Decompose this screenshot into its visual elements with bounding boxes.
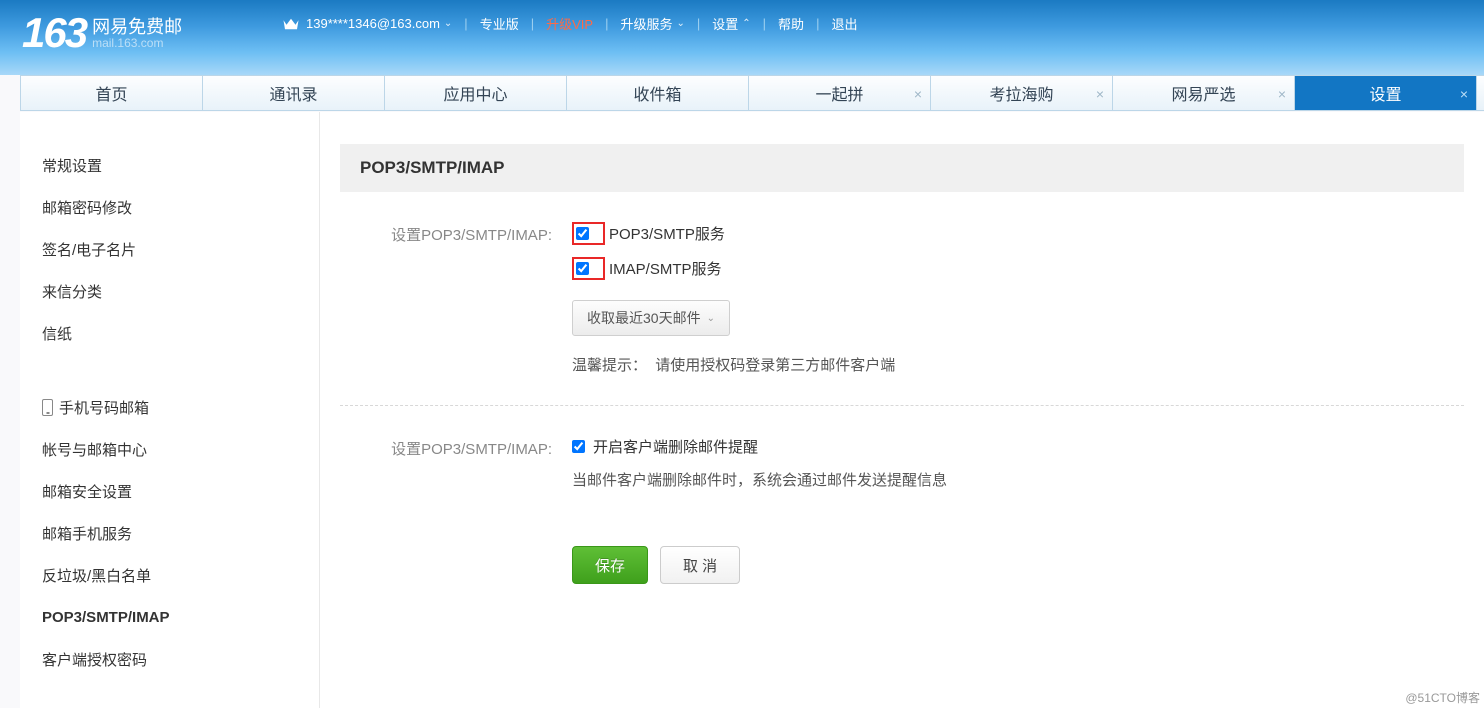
tab-label: 考拉海购 (989, 81, 1053, 105)
link-upgrade-service[interactable]: 升级服务 ⌄ (620, 14, 684, 33)
tab-contacts[interactable]: 通讯录 (203, 76, 385, 110)
account-email: 139****1346@163.com (306, 16, 440, 31)
checkbox-pop3-smtp[interactable] (576, 227, 589, 240)
section-protocol: 设置POP3/SMTP/IMAP: POP3/SMTP服务 IMAP/SMTP服… (340, 192, 1464, 406)
sidebar-item-mobile-service[interactable]: 邮箱手机服务 (20, 512, 319, 554)
logo-number: 163 (22, 12, 86, 54)
link-upgrade-vip[interactable]: 升级VIP (546, 14, 593, 33)
account-email-link[interactable]: 139****1346@163.com ⌄ (282, 16, 452, 31)
sidebar-item-security[interactable]: 邮箱安全设置 (20, 470, 319, 512)
separator: | (464, 16, 467, 31)
save-button[interactable]: 保存 (572, 546, 648, 584)
sidebar-item-stationery[interactable]: 信纸 (20, 312, 319, 354)
phone-icon (42, 399, 53, 416)
settings-sidebar: 常规设置 邮箱密码修改 签名/电子名片 来信分类 信纸 手机号码邮箱 帐号与邮箱… (20, 112, 320, 708)
tab-label: 应用中心 (443, 81, 507, 105)
separator: | (605, 16, 608, 31)
close-icon[interactable]: × (1278, 86, 1286, 102)
link-settings[interactable]: 设置 ⌃ (712, 14, 750, 33)
tab-label: 收件箱 (633, 81, 681, 105)
close-icon[interactable]: × (1096, 86, 1104, 102)
sidebar-item-general[interactable]: 常规设置 (20, 144, 319, 186)
tab-yiqipin[interactable]: 一起拼 × (749, 76, 931, 110)
tab-inbox[interactable]: 收件箱 (567, 76, 749, 110)
sidebar-item-password[interactable]: 邮箱密码修改 (20, 186, 319, 228)
sidebar-item-antispam[interactable]: 反垃圾/黑白名单 (20, 554, 319, 596)
highlight-box (572, 257, 605, 280)
link-logout[interactable]: 退出 (831, 14, 857, 33)
sidebar-item-auth-code[interactable]: 客户端授权密码 (20, 638, 319, 680)
tab-overflow[interactable]: ⌄ (1477, 76, 1484, 110)
sidebar-item-filters[interactable]: 来信分类 (20, 270, 319, 312)
watermark: @51CTO博客 (1405, 689, 1480, 706)
link-pro[interactable]: 专业版 (480, 14, 519, 33)
link-upgrade-service-label: 升级服务 (620, 14, 672, 33)
tab-apps[interactable]: 应用中心 (385, 76, 567, 110)
caret-up-icon: ⌃ (742, 18, 750, 29)
section-label: 设置POP3/SMTP/IMAP: (360, 222, 572, 375)
tab-label: 通讯录 (269, 81, 317, 105)
separator: | (531, 16, 534, 31)
tab-label: 设置 (1369, 81, 1401, 105)
tab-kaola[interactable]: 考拉海购 × (931, 76, 1113, 110)
close-icon[interactable]: × (914, 86, 922, 102)
workspace: 常规设置 邮箱密码修改 签名/电子名片 来信分类 信纸 手机号码邮箱 帐号与邮箱… (20, 112, 1484, 708)
sidebar-item-account-center[interactable]: 帐号与邮箱中心 (20, 428, 319, 470)
sidebar-item-label: 手机号码邮箱 (59, 397, 149, 418)
link-help[interactable]: 帮助 (778, 14, 804, 33)
panel-title: POP3/SMTP/IMAP (340, 144, 1464, 192)
sidebar-item-signature[interactable]: 签名/电子名片 (20, 228, 319, 270)
checkbox-delete-remind[interactable] (572, 440, 585, 453)
tab-label: 一起拼 (815, 81, 863, 105)
checkbox-imap-smtp[interactable] (576, 262, 589, 275)
separator: | (816, 16, 819, 31)
tab-yanxuan[interactable]: 网易严选 × (1113, 76, 1295, 110)
logo-cn: 网易免费邮 (92, 18, 182, 36)
logo-en: mail.163.com (92, 36, 182, 50)
settings-main: POP3/SMTP/IMAP 设置POP3/SMTP/IMAP: POP3/SM… (320, 112, 1484, 708)
tip-label: 温馨提示： (572, 357, 647, 374)
sidebar-item-phone-mail[interactable]: 手机号码邮箱 (20, 386, 319, 428)
button-row: 保存 取 消 (340, 520, 1464, 610)
checkbox-label: IMAP/SMTP服务 (609, 258, 722, 279)
tab-home[interactable]: 首页 (21, 76, 203, 110)
checkbox-label: POP3/SMTP服务 (609, 223, 725, 244)
link-settings-label: 设置 (712, 14, 738, 33)
tab-label: 首页 (95, 81, 127, 105)
tab-strip: 首页 通讯录 应用中心 收件箱 一起拼 × 考拉海购 × 网易严选 × 设置 × ⌄ (20, 75, 1484, 111)
sidebar-item-pop3-smtp-imap[interactable]: POP3/SMTP/IMAP (20, 596, 319, 638)
separator: | (763, 16, 766, 31)
checkbox-label: 开启客户端删除邮件提醒 (593, 436, 758, 457)
section-label: 设置POP3/SMTP/IMAP: (360, 436, 572, 490)
tab-label: 网易严选 (1171, 81, 1235, 105)
caret-down-icon: ⌄ (676, 18, 684, 29)
logo: 163 网易免费邮 mail.163.com (22, 12, 282, 54)
highlight-box (572, 222, 605, 245)
select-value: 收取最近30天邮件 (587, 308, 701, 328)
caret-down-icon: ⌄ (444, 18, 452, 29)
delete-remind-desc: 当邮件客户端删除邮件时，系统会通过邮件发送提醒信息 (572, 469, 1464, 490)
separator: | (697, 16, 700, 31)
section-delete-remind: 设置POP3/SMTP/IMAP: 开启客户端删除邮件提醒 当邮件客户端删除邮件… (340, 406, 1464, 520)
top-bar: 163 网易免费邮 mail.163.com 139****1346@163.c… (0, 0, 1484, 75)
cancel-button[interactable]: 取 消 (660, 546, 740, 584)
tab-settings[interactable]: 设置 × (1295, 76, 1477, 110)
tip-text: 请使用授权码登录第三方邮件客户端 (655, 357, 895, 374)
protocol-tip: 温馨提示： 请使用授权码登录第三方邮件客户端 (572, 354, 1464, 375)
chevron-down-icon: ⌄ (707, 313, 715, 324)
crown-icon (282, 17, 300, 31)
close-icon[interactable]: × (1460, 86, 1468, 102)
fetch-range-select[interactable]: 收取最近30天邮件 ⌄ (572, 300, 730, 336)
top-links: 139****1346@163.com ⌄ | 专业版 | 升级VIP | 升级… (282, 14, 857, 33)
